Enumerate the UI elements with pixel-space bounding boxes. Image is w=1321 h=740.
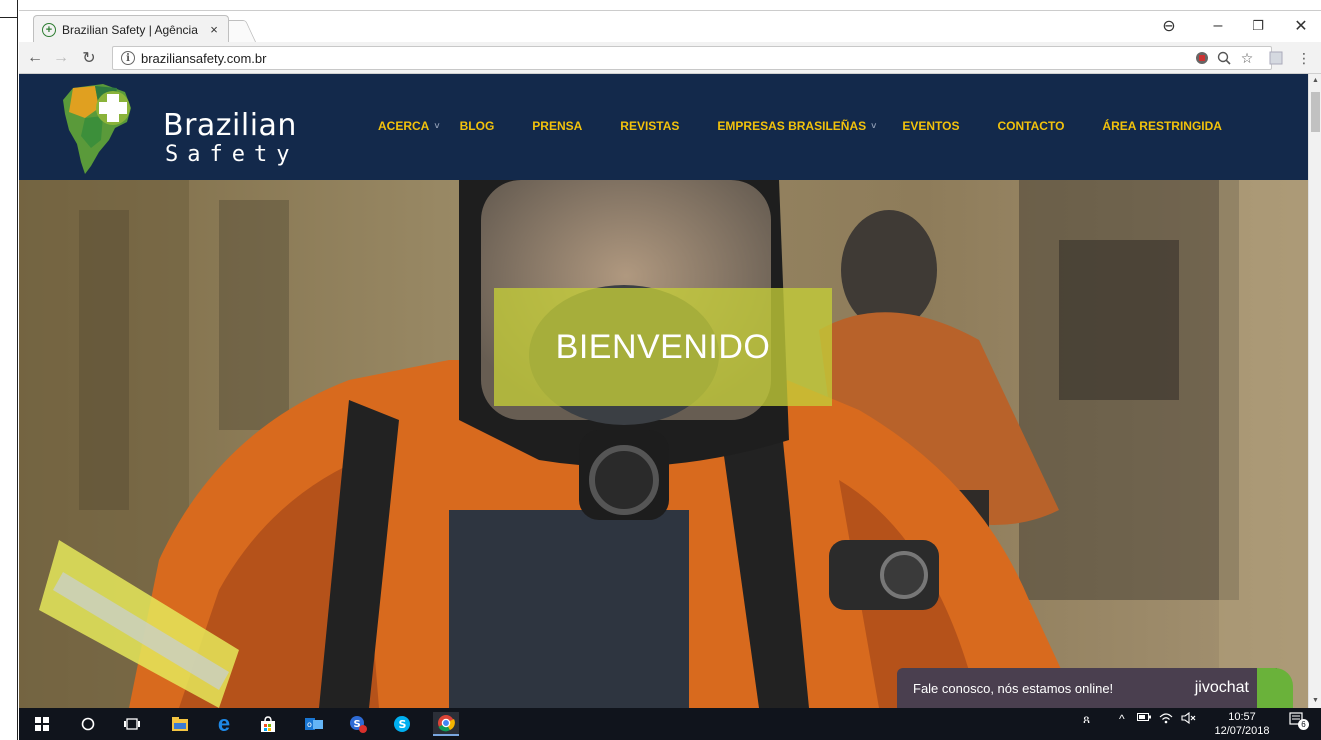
task-view-icon[interactable] [119,712,145,736]
scrollbar-thumb[interactable] [1311,92,1320,132]
forward-arrow-icon[interactable]: → [51,48,71,68]
volume-muted-icon[interactable] [1181,712,1197,724]
zoom-icon[interactable] [1215,48,1233,68]
browser-toolbar: ← → ↻ i braziliansafety.com.br ☆ ⋮ [19,42,1321,74]
firefighter-hero-image [19,180,1308,708]
restore-button[interactable]: ❐ [1244,14,1272,38]
chat-corner-accent [1257,668,1293,708]
tab-title: Brazilian Safety | Agência [62,22,198,37]
extension-icon[interactable] [1193,48,1211,68]
reload-icon[interactable]: ↻ [79,48,99,68]
menu-item-contacto[interactable]: CONTACTO [998,119,1065,133]
outlook-icon[interactable]: o [301,712,327,736]
hero-title: BIENVENIDO [555,327,771,366]
welcome-banner: BIENVENIDO [494,288,832,406]
site-info-icon[interactable]: i [121,51,135,65]
menu-kebab-icon[interactable]: ⋮ [1295,48,1313,68]
menu-label: EMPRESAS BRASILEÑAS [717,119,867,133]
menu-label: PRENSA [532,119,583,133]
chevron-down-icon: ˅ [871,121,877,131]
menu-item-area-restringida[interactable]: ÁREA RESTRINGIDA [1102,119,1222,133]
bookmark-star-icon[interactable]: ☆ [1238,48,1256,68]
main-menu: ACERCA ˅ BLOG PRENSA REVISTAS EMPRESAS BR… [378,116,1222,136]
system-clock[interactable]: 10:57 12/07/2018 [1212,710,1272,738]
store-icon[interactable] [255,712,281,736]
close-window-button[interactable]: ✕ [1287,14,1315,38]
site-header: Brazilian Safety ACERCA ˅ BLOG PRENSA REV… [19,74,1308,180]
menu-label: CONTACTO [997,119,1065,133]
logo-text-safety: Safety [165,142,299,167]
action-center-icon[interactable]: 6 [1289,712,1309,730]
address-bar[interactable]: i braziliansafety.com.br [112,46,1272,70]
chevron-down-icon: ˅ [434,121,440,131]
corner-notch [0,0,18,18]
back-arrow-icon[interactable]: ← [25,48,45,68]
close-tab-icon[interactable]: × [206,22,222,37]
brazilian-safety-logo[interactable]: Brazilian Safety [55,78,296,178]
scroll-down-icon[interactable]: ▼ [1309,694,1321,708]
battery-icon[interactable] [1137,712,1151,722]
windows-start-icon[interactable] [29,712,55,736]
page-scrollbar[interactable]: ▲ ▼ [1308,74,1321,708]
menu-item-acerca[interactable]: ACERCA ˅ [378,119,440,133]
chat-brand: jivochat [1194,679,1249,696]
left-edge-frame [0,0,18,740]
chat-message: Fale conosco, nós estamos online! [913,680,1114,696]
url-text: braziliansafety.com.br [141,50,267,66]
plus-favicon-icon: + [42,22,56,37]
menu-label: REVISTAS [620,119,680,133]
minimize-button[interactable]: – [1204,14,1232,38]
menu-label: BLOG [459,119,495,133]
menu-item-empresas[interactable]: EMPRESAS BRASILEÑAS ˅ [717,119,876,133]
menu-label: ACERCA [378,119,430,133]
svg-text:o: o [307,720,312,729]
scroll-up-icon[interactable]: ▲ [1309,74,1321,88]
logo-text-brazilian: Brazilian [163,108,297,143]
wifi-icon[interactable] [1159,712,1173,724]
webpage: Brazilian Safety ACERCA ˅ BLOG PRENSA REV… [19,74,1308,708]
menu-item-blog[interactable]: BLOG [460,119,495,133]
jivochat-widget[interactable]: Fale conosco, nós estamos online! jivoch… [897,668,1293,708]
edge-browser-icon[interactable]: e [211,711,237,736]
skype-icon[interactable]: S [389,712,415,736]
windows-taskbar: e o S S ጸ ^ 10:57 12/07/2018 6 [19,708,1321,740]
browser-tab[interactable]: + Brazilian Safety | Agência × [33,15,229,43]
skype-business-icon[interactable]: S [345,712,371,736]
people-icon[interactable]: ጸ [1083,712,1090,727]
hero-banner: BIENVENIDO [19,180,1308,708]
account-icon[interactable]: ⊖ [1157,14,1181,38]
screen: + Brazilian Safety | Agência × ⊖ – ❐ ✕ ←… [0,0,1321,740]
browser-titlebar: + Brazilian Safety | Agência × ⊖ – ❐ ✕ [19,10,1321,43]
notification-count-badge: 6 [1298,719,1309,730]
menu-item-revistas[interactable]: REVISTAS [620,119,679,133]
extension-puzzle-icon[interactable] [1267,48,1285,68]
menu-item-prensa[interactable]: PRENSA [532,119,582,133]
clock-time: 10:57 [1228,711,1256,723]
show-hidden-icons-chevron-icon[interactable]: ^ [1119,712,1125,726]
svg-text:S: S [399,718,407,731]
cortana-search-icon[interactable] [75,712,101,736]
clock-date: 12/07/2018 [1214,725,1270,737]
chrome-icon[interactable] [433,712,459,736]
menu-item-eventos[interactable]: EVENTOS [902,119,959,133]
file-explorer-icon[interactable] [167,712,193,736]
menu-label: EVENTOS [902,119,960,133]
menu-label: ÁREA RESTRINGIDA [1102,119,1222,133]
south-america-logo-icon [63,84,131,174]
